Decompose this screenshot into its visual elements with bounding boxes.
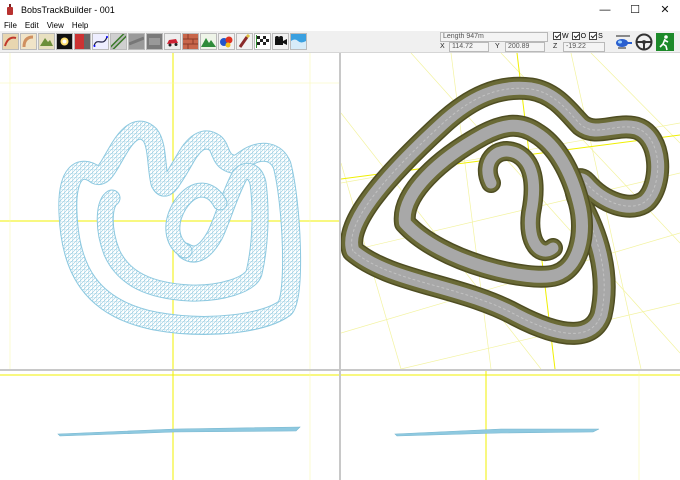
helicopter-icon[interactable] (614, 33, 632, 51)
menu-help[interactable]: Help (68, 21, 92, 30)
menu-edit[interactable]: Edit (21, 21, 43, 30)
x-field: 114.72 (449, 42, 489, 52)
track-icon[interactable] (2, 33, 19, 50)
perspective-viewport[interactable] (341, 53, 680, 369)
check-icon (571, 32, 580, 40)
z-field: -19.22 (563, 42, 605, 52)
z-label: Z (553, 43, 558, 50)
menu-bar: File Edit View Help (0, 19, 680, 31)
title-bar: BobsTrackBuilder - 001 — ☐ ✕ (0, 0, 680, 19)
track-wireframe (58, 120, 302, 335)
top-viewport[interactable] (0, 53, 339, 369)
wall-icon[interactable] (74, 33, 91, 50)
checkbox-w-label: W (562, 32, 569, 40)
window-title: BobsTrackBuilder - 001 (21, 4, 115, 15)
coordinate-readout: Length 947m X 114.72 Y 200.89 (438, 31, 548, 53)
front-viewport[interactable] (0, 371, 339, 480)
checker-flag-icon[interactable] (254, 33, 271, 50)
steering-wheel-icon[interactable] (635, 33, 653, 51)
check-icon (553, 32, 561, 40)
menu-view[interactable]: View (43, 21, 68, 30)
y-field: 200.89 (505, 42, 545, 52)
checkbox-o-label: O (580, 32, 587, 40)
checkbox-o[interactable]: O (571, 32, 587, 40)
menu-file[interactable]: File (0, 21, 21, 30)
side-viewport[interactable] (341, 371, 680, 480)
car-icon[interactable] (164, 33, 181, 50)
track-side-profile (57, 426, 301, 437)
checkbox-s-label: S (598, 32, 603, 40)
maximize-button[interactable]: ☐ (620, 0, 650, 19)
camera-icon[interactable] (272, 33, 289, 50)
checkbox-s[interactable]: S (589, 32, 603, 40)
app-icon (5, 4, 15, 15)
light-icon[interactable] (56, 33, 73, 50)
texture-icon[interactable] (128, 33, 145, 50)
objects-icon[interactable] (218, 33, 235, 50)
y-label: Y (495, 43, 500, 50)
water-icon[interactable] (290, 33, 307, 50)
paint-icon[interactable] (236, 33, 253, 50)
checkbox-w[interactable]: W (553, 32, 569, 40)
length-field: Length 947m (440, 32, 548, 42)
terrain-icon[interactable] (38, 33, 55, 50)
close-button[interactable]: ✕ (650, 0, 680, 19)
road-section-icon[interactable] (110, 33, 127, 50)
track-3d (341, 76, 670, 345)
minimize-button[interactable]: — (590, 0, 620, 19)
mountain-icon[interactable] (200, 33, 217, 50)
exit-icon[interactable] (656, 33, 674, 51)
mesh-icon[interactable] (146, 33, 163, 50)
view-checkboxes: W O S (553, 31, 603, 41)
spline-icon[interactable] (92, 33, 109, 50)
x-label: X (440, 43, 445, 50)
road-icon[interactable] (20, 33, 37, 50)
track-front-profile (394, 428, 600, 437)
check-icon (589, 32, 598, 40)
viewport-area (0, 53, 680, 480)
brick-icon[interactable] (182, 33, 199, 50)
